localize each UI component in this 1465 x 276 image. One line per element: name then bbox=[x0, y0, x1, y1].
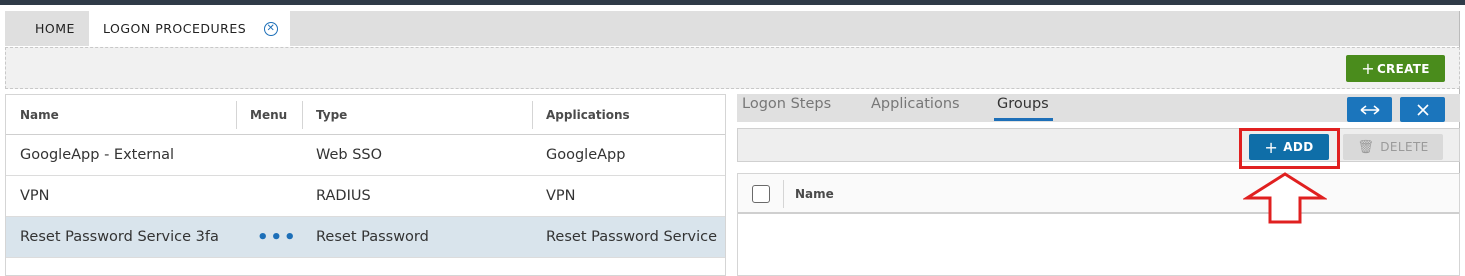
cell-applications: Reset Password Service bbox=[546, 229, 718, 245]
column-resizer[interactable] bbox=[532, 101, 533, 129]
select-all-checkbox[interactable] bbox=[752, 185, 770, 203]
delete-group-button[interactable]: 🗑 DELETE bbox=[1343, 134, 1443, 160]
expand-button[interactable] bbox=[1347, 97, 1392, 122]
close-panel-button[interactable] bbox=[1400, 97, 1445, 122]
close-icon bbox=[1416, 103, 1429, 116]
table-row-selected[interactable]: Reset Password Service 3fa ••• Reset Pas… bbox=[6, 217, 725, 258]
more-options-icon[interactable]: ••• bbox=[257, 227, 298, 248]
tab-groups[interactable]: Groups bbox=[997, 96, 1049, 112]
tab-logon-steps[interactable]: Logon Steps bbox=[742, 96, 831, 112]
trash-icon: 🗑 bbox=[1357, 139, 1375, 155]
cell-type: Reset Password bbox=[316, 229, 429, 245]
cell-name: GoogleApp - External bbox=[20, 147, 175, 163]
active-tab-indicator bbox=[994, 118, 1053, 121]
column-header-applications[interactable]: Applications bbox=[546, 95, 630, 134]
column-header-type[interactable]: Type bbox=[316, 95, 347, 134]
app-header-bar bbox=[0, 0, 1465, 5]
groups-grid-header: Name bbox=[738, 174, 1459, 214]
tab-logon-procedures-label: LOGON PROCEDURES bbox=[103, 21, 247, 36]
procedures-grid: Name Menu Type Applications GoogleApp - … bbox=[5, 94, 726, 276]
tab-home-label: HOME bbox=[35, 21, 75, 36]
table-row[interactable]: VPN RADIUS VPN bbox=[6, 176, 725, 217]
tab-home[interactable]: HOME bbox=[20, 11, 90, 46]
tab-logon-procedures[interactable]: LOGON PROCEDURES ✕ bbox=[89, 11, 290, 46]
annotation-highlight-box bbox=[1239, 128, 1340, 169]
column-resizer[interactable] bbox=[302, 101, 303, 129]
detail-panel: Logon Steps Applications Groups + ADD 🗑 … bbox=[737, 94, 1460, 276]
groups-grid: Name bbox=[737, 173, 1460, 276]
cell-applications: VPN bbox=[546, 188, 576, 204]
cell-name: VPN bbox=[20, 188, 50, 204]
column-header-name[interactable]: Name bbox=[20, 95, 59, 134]
tab-applications[interactable]: Applications bbox=[871, 96, 960, 112]
cell-applications: GoogleApp bbox=[546, 147, 626, 163]
column-header-menu[interactable]: Menu bbox=[250, 95, 287, 134]
table-row[interactable]: GoogleApp - External Web SSO GoogleApp bbox=[6, 135, 725, 176]
tab-strip: HOME LOGON PROCEDURES ✕ bbox=[5, 11, 1460, 46]
plus-icon: + bbox=[1361, 59, 1375, 78]
create-button-label: CREATE bbox=[1376, 61, 1430, 76]
close-circle-icon[interactable]: ✕ bbox=[264, 22, 278, 36]
toolbar bbox=[5, 47, 1460, 89]
annotation-up-arrow-icon bbox=[1243, 172, 1327, 224]
grid-header: Name Menu Type Applications bbox=[6, 95, 725, 135]
column-header-name[interactable]: Name bbox=[795, 174, 834, 214]
cell-type: Web SSO bbox=[316, 147, 383, 163]
delete-button-label: DELETE bbox=[1380, 140, 1429, 154]
expand-horizontal-icon bbox=[1360, 104, 1379, 115]
column-resizer[interactable] bbox=[783, 180, 784, 208]
cell-type: RADIUS bbox=[316, 188, 371, 204]
cell-name: Reset Password Service 3fa bbox=[20, 229, 219, 245]
create-button[interactable]: + CREATE bbox=[1346, 55, 1445, 82]
column-resizer[interactable] bbox=[236, 101, 237, 129]
